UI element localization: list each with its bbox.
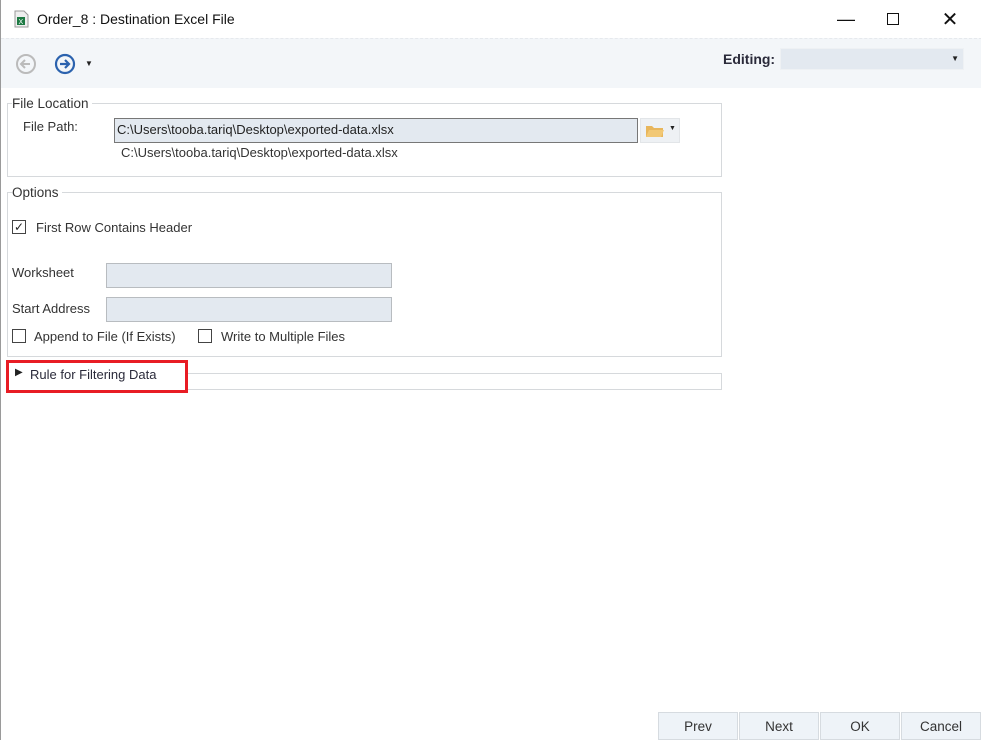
expand-arrow-icon: ▶	[15, 367, 23, 378]
worksheet-input[interactable]	[106, 263, 392, 288]
svg-text:X: X	[19, 19, 24, 26]
filter-rule-label: Rule for Filtering Data	[30, 367, 157, 382]
checkmark-icon: ✓	[13, 220, 25, 234]
maximize-button[interactable]	[873, 6, 913, 32]
window-title: Order_8 : Destination Excel File	[37, 11, 235, 27]
file-path-hint: C:\Users\tooba.tariq\Desktop\exported-da…	[121, 145, 398, 160]
forward-arrow-icon[interactable]	[54, 53, 76, 75]
back-arrow-icon[interactable]	[15, 53, 37, 75]
start-address-label: Start Address	[12, 301, 91, 316]
multiple-files-label: Write to Multiple Files	[221, 329, 346, 344]
prev-button[interactable]: Prev	[658, 712, 738, 740]
folder-icon	[646, 126, 664, 137]
multiple-files-checkbox[interactable]	[198, 329, 212, 343]
append-label: Append to File (If Exists)	[34, 329, 176, 344]
first-row-header-label: First Row Contains Header	[36, 220, 193, 235]
filter-rule-highlight[interactable]: ▶ Rule for Filtering Data	[6, 360, 188, 393]
title-bar: X Order_8 : Destination Excel File — ✕	[1, 0, 981, 38]
file-location-legend: File Location	[12, 96, 92, 111]
editing-select[interactable]: ▼	[780, 48, 964, 70]
history-dropdown-icon[interactable]: ▼	[85, 59, 93, 68]
chevron-down-icon: ▼	[951, 54, 959, 63]
minimize-button[interactable]: —	[826, 6, 866, 32]
editing-label: Editing:	[723, 51, 776, 67]
excel-file-icon: X	[14, 10, 29, 28]
append-checkbox[interactable]	[12, 329, 26, 343]
first-row-header-checkbox[interactable]: ✓	[12, 220, 26, 234]
start-address-input[interactable]	[106, 297, 392, 322]
options-legend: Options	[12, 185, 62, 200]
file-path-label: File Path:	[23, 119, 78, 134]
worksheet-label: Worksheet	[12, 265, 74, 280]
cancel-button[interactable]: Cancel	[901, 712, 981, 740]
toolbar: ▼ Editing: ▼	[1, 38, 981, 88]
browse-button[interactable]: ▼	[640, 118, 680, 143]
next-button[interactable]: Next	[739, 712, 819, 740]
file-path-input[interactable]: C:\Users\tooba.tariq\Desktop\exported-da…	[114, 118, 638, 143]
close-button[interactable]: ✕	[930, 6, 970, 32]
chevron-down-icon: ▼	[669, 125, 676, 132]
ok-button[interactable]: OK	[820, 712, 900, 740]
